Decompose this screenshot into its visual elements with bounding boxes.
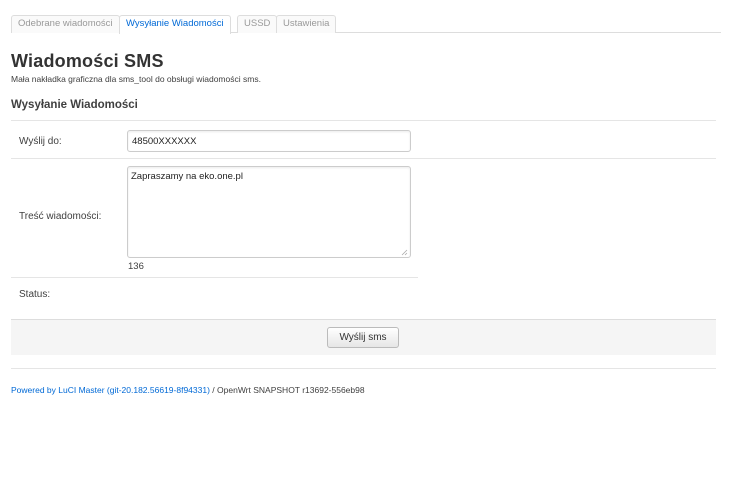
char-counter: 136 (128, 261, 144, 272)
luci-link[interactable]: Powered by LuCI Master (git-20.182.56619… (11, 385, 210, 395)
page-description: Mała nakładka graficzna dla sms_tool do … (11, 74, 261, 84)
tab-send-message[interactable]: Wysyłanie Wiadomości (119, 15, 231, 34)
recipient-label: Wyślij do: (19, 136, 62, 147)
tab-settings[interactable]: Ustawienia (276, 15, 337, 33)
section-title: Wysyłanie Wiadomości (11, 99, 138, 111)
tab-ussd[interactable]: USSD (237, 15, 278, 33)
row-divider (11, 277, 418, 278)
version-text: / OpenWrt SNAPSHOT r13692-556eb98 (209, 385, 365, 395)
resize-grip-icon[interactable] (401, 249, 408, 256)
footer-divider (11, 368, 716, 369)
status-label: Status: (19, 289, 51, 300)
send-sms-button[interactable]: Wyślij sms (327, 327, 399, 348)
page-title: Wiadomości SMS (11, 51, 164, 71)
message-textarea[interactable]: Zapraszamy na eko.one.pl (127, 166, 411, 258)
row-divider (11, 158, 716, 159)
recipient-input[interactable] (127, 130, 411, 152)
tab-received-messages[interactable]: Odebrane wiadomości (11, 15, 120, 33)
footer: Powered by LuCI Master (git-20.182.56619… (11, 385, 365, 395)
tab-bar: Odebrane wiadomości Wysyłanie Wiadomości… (11, 15, 721, 34)
section-divider (11, 120, 716, 121)
message-label: Treść wiadomości: (19, 211, 102, 222)
